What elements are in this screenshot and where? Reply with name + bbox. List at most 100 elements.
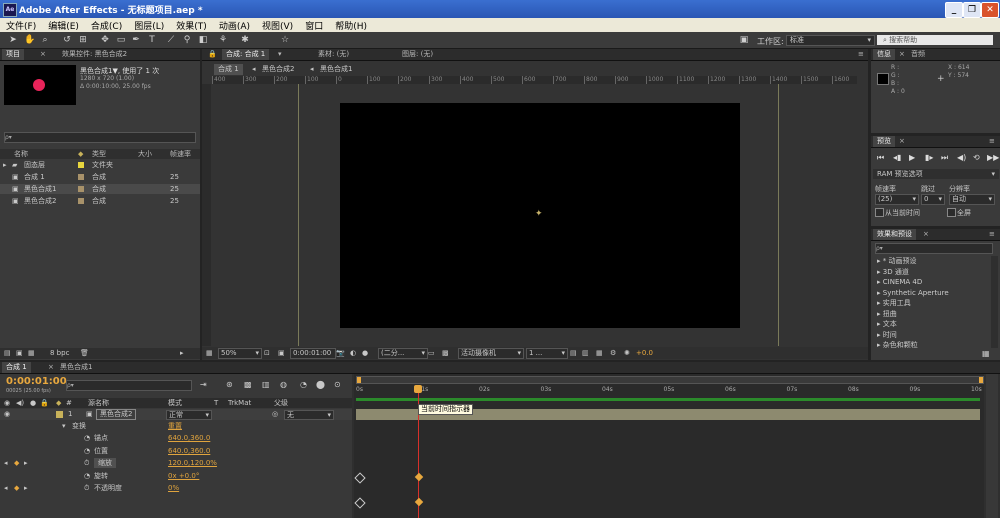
property-value[interactable]: 0x +0.0° [168, 471, 199, 481]
transparency-grid-icon[interactable]: ▩ [442, 347, 449, 359]
close-icon[interactable]: × [919, 229, 933, 240]
property-value[interactable]: 120.0,120.0% [168, 458, 217, 468]
column-size[interactable]: 大小 [138, 149, 152, 159]
channel-icon[interactable]: ● [362, 347, 368, 359]
last-frame-icon[interactable]: ⏭ [941, 153, 948, 163]
project-list-item[interactable]: ▣ 黑色合成2 合成 25 [0, 196, 200, 206]
timeline-timecode[interactable]: 0:00:01:00 [6, 376, 67, 387]
label-swatch[interactable] [78, 162, 84, 168]
column-parent[interactable]: 父级 [274, 398, 288, 408]
property-value[interactable]: 640.0,360.0 [168, 433, 210, 443]
close-icon[interactable]: × [36, 49, 50, 60]
grid-icon[interactable]: ▦ [206, 347, 213, 359]
stopwatch-icon[interactable]: ⏱ [84, 483, 89, 493]
mask-visibility-icon[interactable]: ▣ [278, 347, 285, 359]
loop-icon[interactable]: ⟲ [973, 153, 980, 162]
mask-tool-icon[interactable]: ▭ [116, 35, 126, 45]
keyframe-toggle-icon[interactable]: ◆ [14, 458, 19, 468]
panel-menu-icon[interactable]: ≡ [985, 136, 999, 147]
effects-category[interactable]: ▸ 扭曲 [877, 309, 897, 319]
puppet-tool-icon[interactable]: ✱ [240, 35, 250, 45]
tab-audio[interactable]: 音频 [907, 49, 929, 60]
skip-select[interactable]: 0 ▾ [921, 194, 945, 205]
zoom-select[interactable]: 50% ▾ [218, 348, 262, 359]
motion-blur-icon[interactable]: ◍ [280, 380, 287, 389]
graph-editor-icon[interactable]: ◔ [300, 380, 307, 389]
show-snapshot-icon[interactable]: ◐ [350, 347, 356, 359]
region-of-interest-icon[interactable]: ▭ [428, 347, 435, 359]
menu-item[interactable]: 视图(V) [256, 18, 299, 32]
project-list-item[interactable]: ▣ 黑色合成1 合成 25 [0, 184, 200, 194]
column-mode[interactable]: 模式 [168, 398, 182, 408]
next-keyframe-icon[interactable]: ▸ [24, 458, 28, 468]
column-fps[interactable]: 帧速率 [170, 149, 191, 159]
minimize-button[interactable]: _ [945, 2, 963, 18]
next-frame-icon[interactable]: ▮▸ [925, 153, 933, 162]
play-icon[interactable]: ▶ [909, 153, 915, 162]
navigator-start-handle[interactable] [357, 377, 361, 383]
selection-tool-icon[interactable]: ➤ [8, 35, 18, 45]
pan-behind-tool-icon[interactable]: ✥ [100, 35, 110, 45]
layer-name[interactable]: 黑色合成2 [96, 409, 137, 420]
keyframe-diamond[interactable] [354, 497, 366, 509]
panel-menu-icon[interactable]: ≡ [854, 49, 868, 60]
property-row[interactable]: ◂ ◆ ▸ ⏱ 缩放 120.0,120.0% [0, 458, 352, 468]
tab-layer[interactable]: 图层: (无) [398, 49, 437, 60]
close-button[interactable]: ✕ [981, 2, 999, 18]
effects-category[interactable]: ▸ 时间 [877, 330, 897, 340]
breadcrumb-black-comp-1[interactable]: 黑色合成1 [320, 64, 352, 75]
expand-arrow-icon[interactable]: ▾ [62, 421, 66, 432]
prev-frame-icon[interactable]: ◂▮ [893, 153, 901, 162]
menu-item[interactable]: 帮助(H) [329, 18, 373, 32]
effects-category[interactable]: ▸ 杂色和颗粒 [877, 340, 918, 349]
label-swatch[interactable] [78, 198, 84, 204]
menu-item[interactable]: 合成(C) [85, 18, 128, 32]
roto-brush-tool-icon[interactable]: ⚘ [218, 35, 228, 45]
timeline-icon[interactable]: ▦ [596, 347, 603, 359]
search-help-input[interactable]: ⌕ 搜索帮助 [877, 35, 993, 45]
stopwatch-icon[interactable]: ◔ [84, 471, 90, 481]
menu-item[interactable]: 效果(T) [170, 18, 213, 32]
snapshot-icon[interactable]: 📷 [336, 347, 345, 359]
audio-icon[interactable]: ◀) [957, 153, 966, 162]
resolution-select[interactable]: 自动 ▾ [949, 194, 995, 205]
new-comp-icon[interactable]: ▦ [28, 348, 35, 359]
column-trkmat[interactable]: TrkMat [228, 398, 251, 408]
flowchart-icon[interactable]: ⚙ [610, 347, 616, 359]
prev-keyframe-icon[interactable]: ◂ [4, 458, 8, 468]
timecode-display[interactable]: 0:00:01:00 [290, 348, 336, 359]
menu-item[interactable]: 编辑(E) [42, 18, 85, 32]
maximize-button[interactable]: ❐ [963, 2, 981, 18]
project-list-item[interactable]: ▣ 合成 1 合成 25 [0, 172, 200, 182]
interpret-footage-icon[interactable]: ▤ [4, 348, 11, 359]
eraser-tool-icon[interactable]: ◧ [198, 35, 208, 45]
column-t[interactable]: T [214, 398, 218, 408]
menu-item[interactable]: 图层(L) [128, 18, 170, 32]
pickwhip-icon[interactable]: ◎ [272, 409, 278, 420]
anchor-point-icon[interactable]: ✦ [535, 209, 543, 219]
effects-category[interactable]: ▸ Synthetic Aperture [877, 288, 949, 298]
project-list-item[interactable]: ▸ ▰ 固态层 文件夹 [0, 160, 200, 170]
timeline-scrollbar[interactable] [986, 374, 998, 518]
time-ruler[interactable]: 0s 01s 02s 03s 04s 05s 06s 07s 08s 09s 10s [354, 384, 984, 396]
effects-category[interactable]: ▸ 实用工具 [877, 298, 911, 308]
new-preset-icon[interactable]: ▦ [982, 349, 990, 358]
current-time-indicator-head[interactable] [414, 385, 422, 393]
menu-item[interactable]: 动画(A) [213, 18, 256, 32]
composition-canvas[interactable]: ✦ [340, 103, 740, 328]
transform-group[interactable]: ▾ 变换 重置 [0, 421, 352, 432]
property-value[interactable]: 640.0,360.0 [168, 446, 210, 456]
eye-icon[interactable]: ◉ [4, 409, 10, 420]
zoom-tool-icon[interactable]: ⌕ [40, 35, 50, 45]
property-row[interactable]: ◔ 位置 640.0,360.0 [0, 446, 352, 456]
safe-zones-icon[interactable]: ⊡ [264, 347, 270, 359]
menu-item[interactable]: 窗口 [299, 18, 329, 32]
tab-timeline-black-comp-1[interactable]: 黑色合成1 [56, 362, 96, 373]
layer-parent-select[interactable]: 无 ▾ [284, 410, 334, 420]
label-swatch[interactable] [78, 186, 84, 192]
stopwatch-icon[interactable]: ⏱ [84, 458, 89, 468]
property-row[interactable]: ◔ 旋转 0x +0.0° [0, 471, 352, 481]
stopwatch-icon[interactable]: ◔ [84, 446, 90, 456]
camera-tool-icon[interactable]: ⊞ [78, 35, 88, 45]
layer-row[interactable]: ◉ 1 ▣ 黑色合成2 正常 ▾ ◎ 无 ▾ [0, 409, 352, 420]
